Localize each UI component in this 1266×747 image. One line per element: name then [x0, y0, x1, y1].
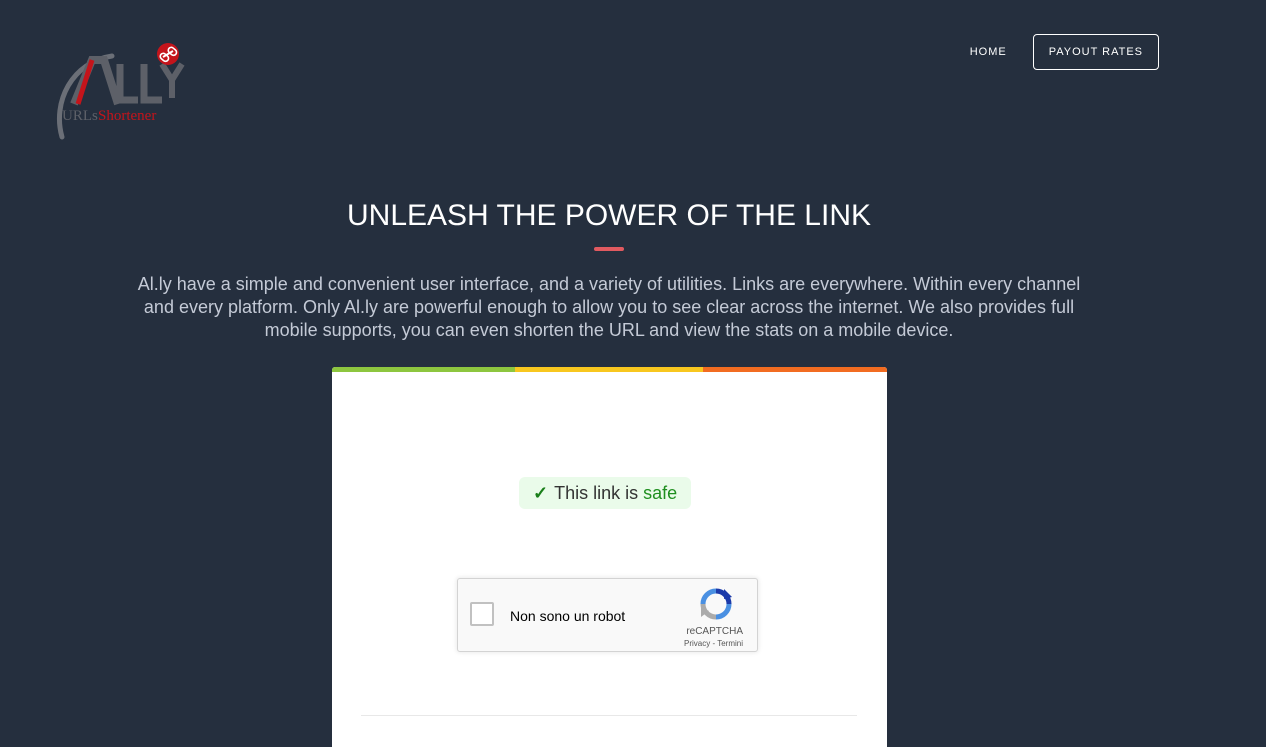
recaptcha-label: Non sono un robot	[510, 608, 626, 624]
safe-link-badge: ✓ This link is safe	[519, 477, 692, 509]
svg-text:URLs: URLs	[62, 108, 98, 124]
hero-description: Al.ly have a simple and convenient user …	[137, 274, 1081, 340]
color-bar-yellow	[515, 367, 703, 372]
recaptcha-logo-icon	[700, 588, 732, 620]
checkmark-icon: ✓	[533, 482, 549, 503]
safe-badge-status: safe	[643, 482, 678, 503]
hero-title: UNLEASH THE POWER OF THE LINK	[347, 199, 871, 232]
site-logo[interactable]: URLs Shortener	[52, 42, 197, 142]
card-color-bar	[332, 367, 887, 372]
recaptcha-brand: reCAPTCHA	[686, 626, 743, 637]
recaptcha-widget: Non sono un robot reCAPTCHA Privacy - Te…	[457, 578, 758, 652]
recaptcha-checkbox[interactable]	[470, 602, 494, 626]
color-bar-orange	[703, 367, 887, 372]
link-card: ✓ This link is safe Non sono un robot re…	[332, 367, 887, 747]
payout-rates-button[interactable]: PAYOUT RATES	[1032, 34, 1159, 70]
title-divider	[594, 247, 624, 251]
svg-text:Shortener: Shortener	[98, 108, 156, 124]
card-divider	[361, 715, 857, 716]
recaptcha-privacy-terms[interactable]: Privacy - Termini	[684, 639, 743, 648]
top-nav: HOME PAYOUT RATES	[970, 34, 1159, 70]
color-bar-green	[332, 367, 515, 372]
safe-badge-prefix: This link is	[554, 482, 639, 503]
nav-home-link[interactable]: HOME	[970, 46, 1007, 58]
